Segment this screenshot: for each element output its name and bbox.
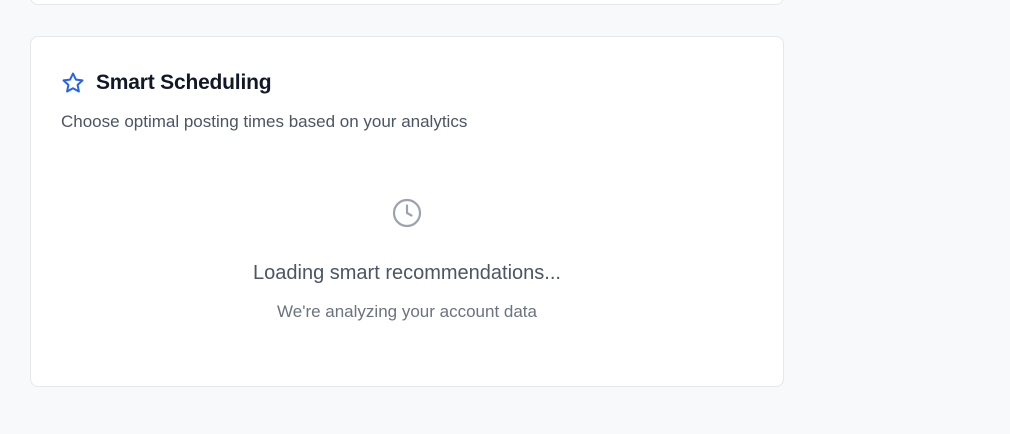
page: Smart Scheduling Choose optimal posting … <box>0 0 1010 434</box>
card-title: Smart Scheduling <box>96 71 272 94</box>
loading-title: Loading smart recommendations... <box>253 262 561 284</box>
loading-state: Loading smart recommendations... We're a… <box>31 197 783 322</box>
card-header: Smart Scheduling <box>61 71 272 95</box>
clock-icon <box>391 197 423 229</box>
smart-scheduling-card: Smart Scheduling Choose optimal posting … <box>30 36 784 387</box>
star-icon <box>61 71 85 95</box>
card-subtitle: Choose optimal posting times based on yo… <box>61 112 468 131</box>
loading-subtitle: We're analyzing your account data <box>277 302 537 321</box>
previous-card <box>30 0 784 5</box>
